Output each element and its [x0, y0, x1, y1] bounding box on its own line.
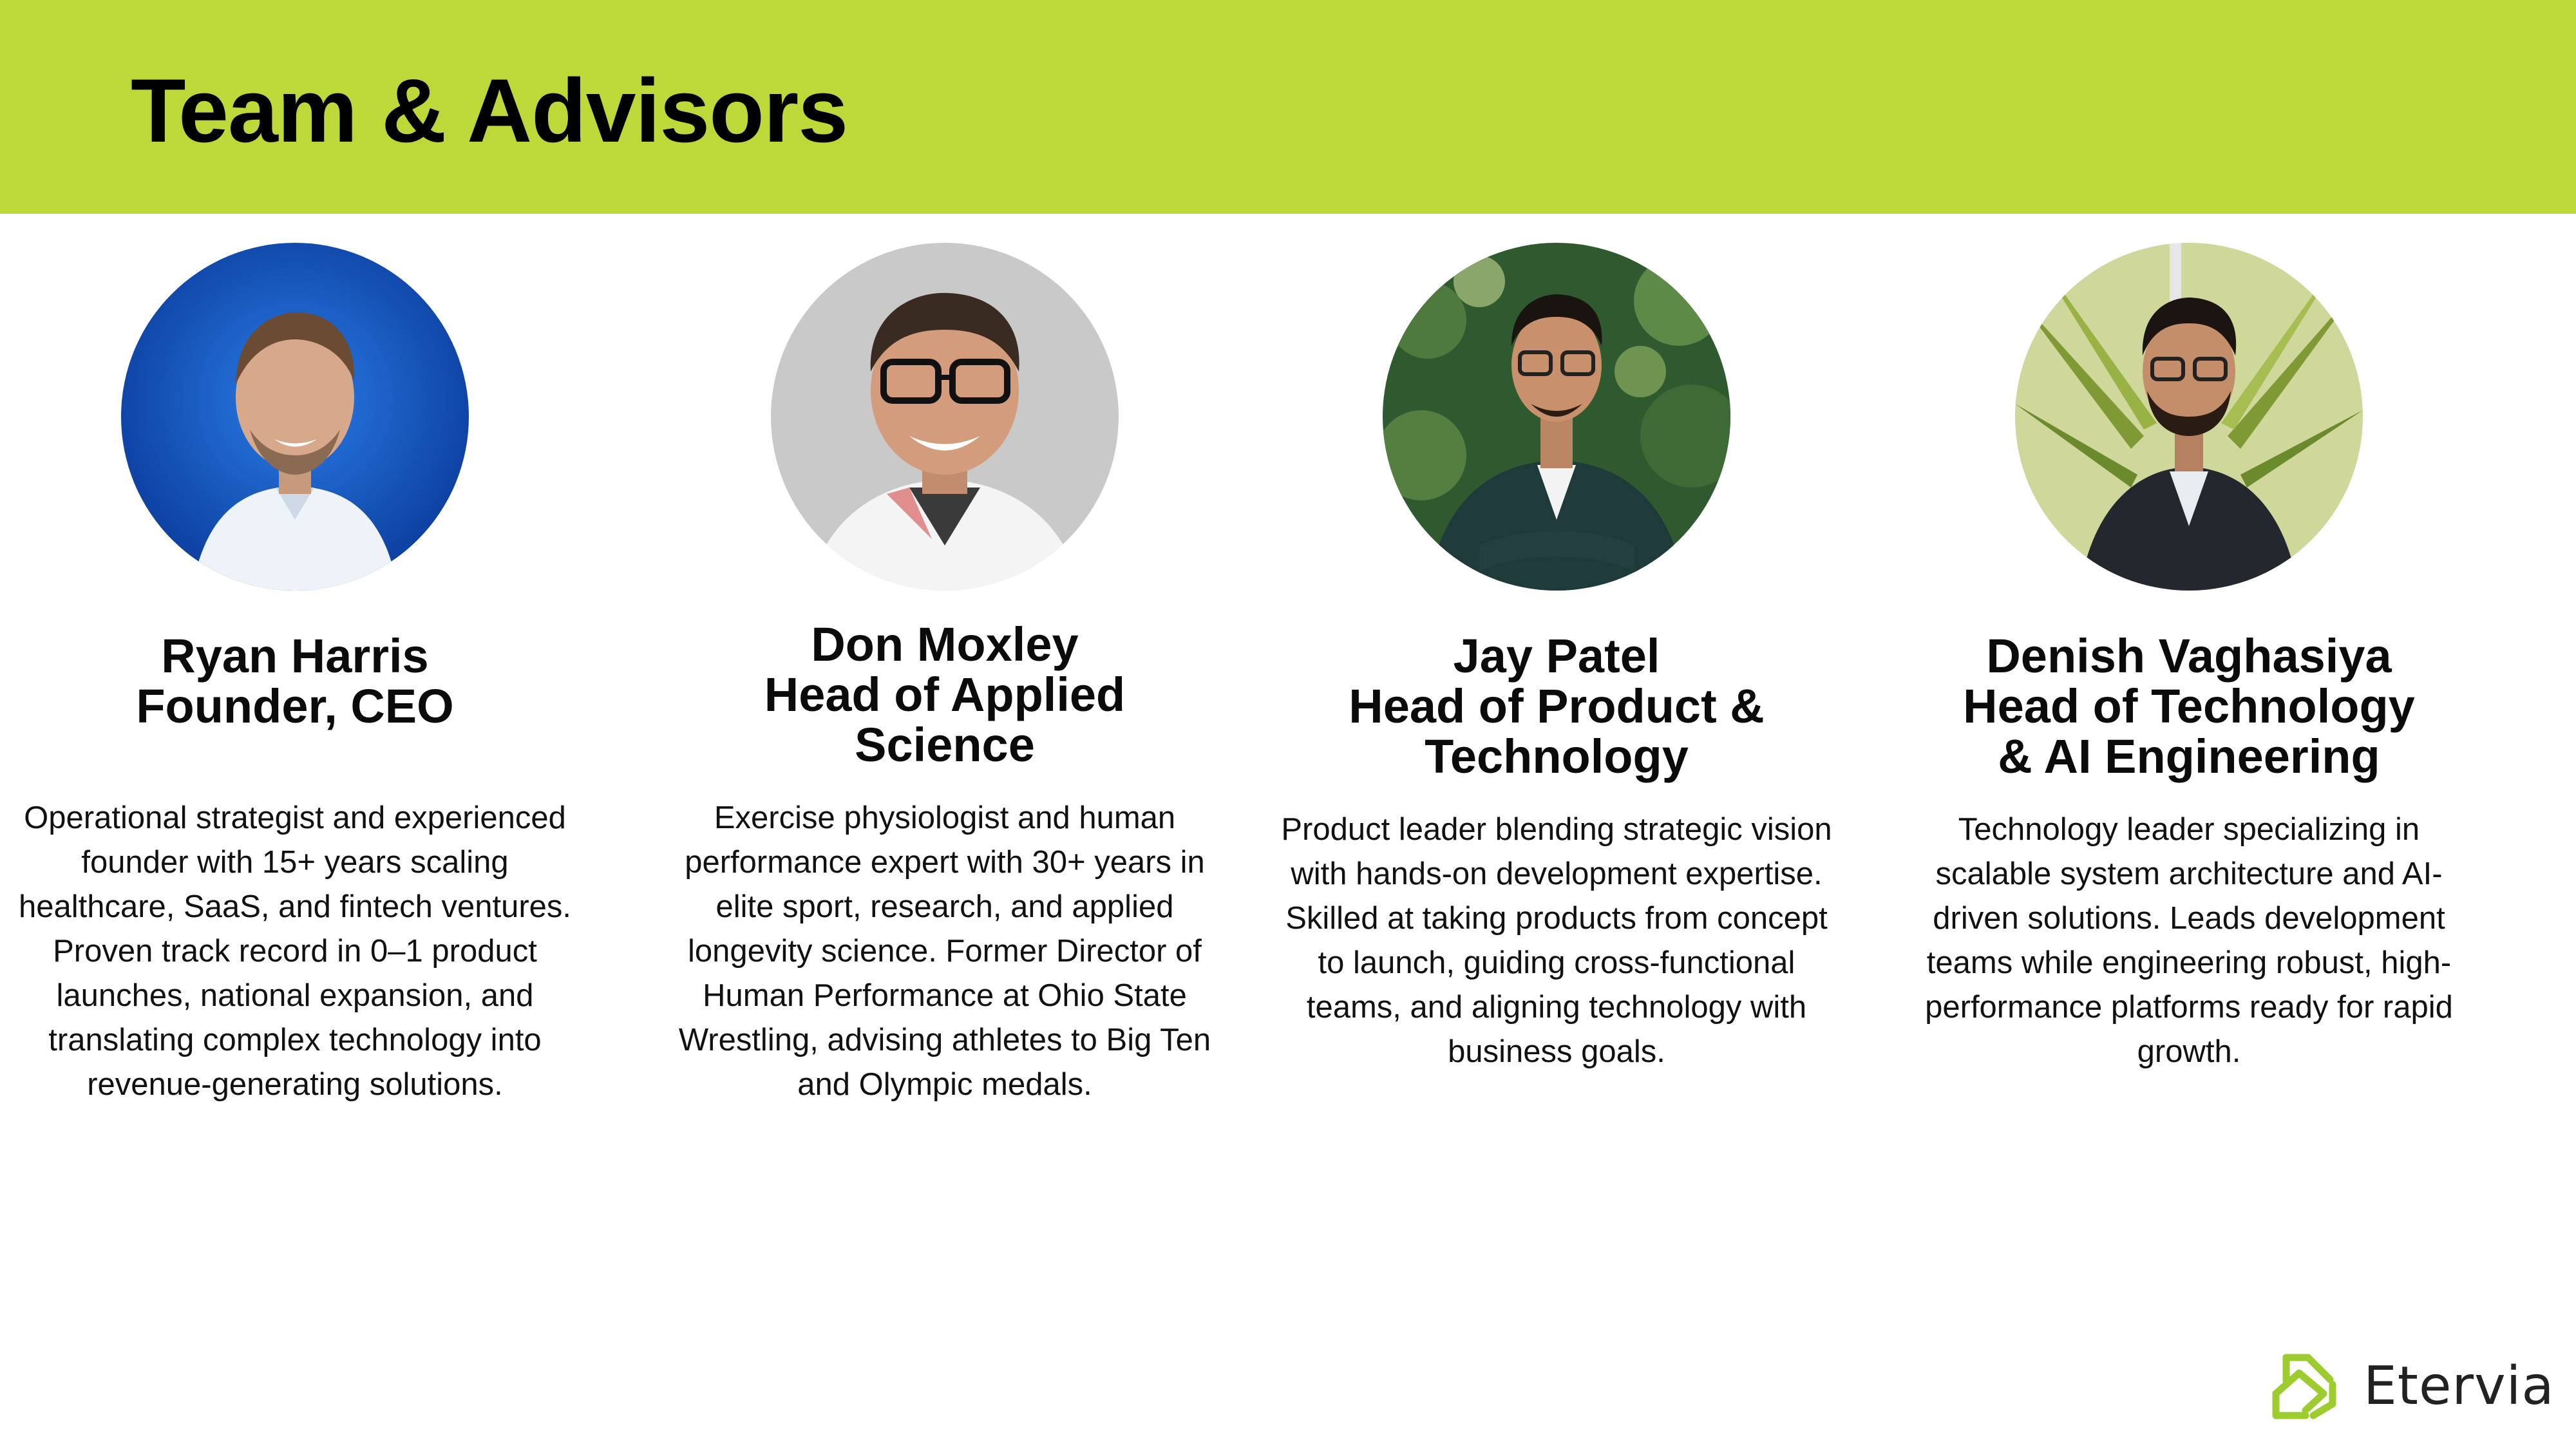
- profile-photo: [771, 243, 1119, 591]
- member-name: Denish Vaghasiya: [1986, 629, 2392, 683]
- member-role: Technology: [1425, 730, 1689, 783]
- avatar: [771, 243, 1119, 591]
- avatar: [1383, 243, 1730, 591]
- member-bio: Exercise physiologist and human performa…: [678, 800, 1211, 1102]
- member-name-block: Don Moxley Head of Applied Science: [655, 620, 1235, 770]
- brand-name: Etervia: [2363, 1355, 2555, 1417]
- team-member-card: Denish Vaghasiya Head of Technology & AI…: [1873, 0, 2505, 1449]
- team-member-card: Ryan Harris Founder, CEO Operational str…: [0, 0, 611, 1449]
- avatar: [121, 243, 469, 591]
- avatar: [2015, 243, 2363, 591]
- team-member-card: Don Moxley Head of Applied Science Exerc…: [629, 0, 1260, 1449]
- member-name: Jay Patel: [1453, 629, 1660, 683]
- member-role: Founder, CEO: [136, 679, 454, 733]
- team-slide: Team & Advisors Ryan Harris Founder, CEO…: [0, 0, 2576, 1449]
- member-role: Head of Applied: [764, 668, 1126, 721]
- brand-logo: Etervia: [2267, 1349, 2555, 1423]
- team-member-card: Jay Patel Head of Product & Technology P…: [1241, 0, 1872, 1449]
- member-name-block: Jay Patel Head of Product & Technology: [1267, 631, 1846, 782]
- member-name-block: Ryan Harris Founder, CEO: [5, 631, 585, 732]
- member-bio: Operational strategist and experienced f…: [18, 800, 572, 1102]
- profile-photo: [121, 243, 469, 591]
- member-bio: Product leader blending strategic vision…: [1281, 812, 1832, 1069]
- member-name: Ryan Harris: [161, 629, 429, 683]
- member-role: Science: [855, 718, 1035, 772]
- member-name: Don Moxley: [811, 618, 1079, 671]
- profile-photo: [1383, 243, 1730, 591]
- eternity-knot-icon: [2272, 1354, 2336, 1419]
- member-role: Head of Product &: [1349, 679, 1765, 733]
- profile-photo: [2015, 243, 2363, 591]
- member-name-block: Denish Vaghasiya Head of Technology & AI…: [1899, 631, 2479, 782]
- member-role: & AI Engineering: [1998, 730, 2380, 783]
- member-bio: Technology leader specializing in scalab…: [1925, 812, 2453, 1069]
- member-role: Head of Technology: [1963, 679, 2415, 733]
